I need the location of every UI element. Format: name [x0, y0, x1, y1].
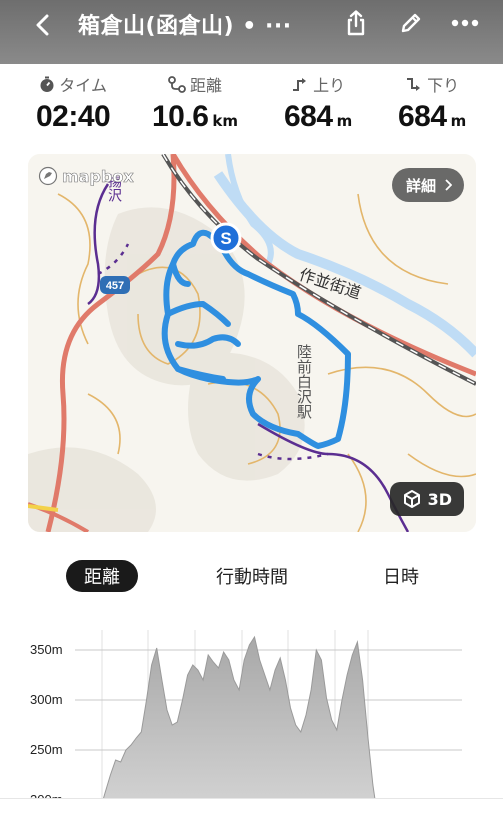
map-canvas: 457 作並街道 陸前白沢駅 揚沢 S: [28, 154, 476, 532]
back-button[interactable]: [28, 10, 58, 40]
detail-label: 詳細: [405, 176, 436, 195]
tab-distance[interactable]: 距離: [66, 560, 138, 592]
stat-descent-unit: m: [450, 112, 467, 130]
stat-distance: 距離 10.6 km: [152, 66, 238, 134]
tab-moving-time[interactable]: 行動時間: [204, 560, 300, 592]
stat-time-value: 02:40: [36, 100, 111, 133]
stat-descent: 下り 684 m: [398, 66, 466, 134]
mapbox-logo: mapbox: [38, 166, 134, 186]
stat-time-label: タイム: [59, 76, 107, 95]
chevron-right-icon: [445, 179, 452, 191]
stat-time: タイム 02:40: [36, 66, 111, 134]
page-title: 箱倉山(函倉山) • ···: [78, 14, 292, 39]
app-header: 箱倉山(函倉山) • ···: [0, 0, 503, 64]
detail-button[interactable]: 詳細: [391, 168, 464, 202]
elevation-area: [94, 635, 379, 819]
chart-tabs: 距離 行動時間 日時: [0, 556, 503, 596]
stopwatch-icon: [40, 76, 54, 92]
stat-ascent: 上り 684 m: [284, 66, 352, 134]
chart-y-tick-label: 350m: [30, 642, 63, 657]
stat-ascent-label: 上り: [313, 76, 346, 95]
share-button[interactable]: [341, 8, 371, 38]
route-distance-icon: [168, 75, 186, 93]
descent-arrow-icon: [407, 78, 421, 91]
bottom-edge: [0, 798, 503, 815]
elevation-chart[interactable]: 350m300m250m200m: [0, 620, 503, 819]
station-name-label: 陸前白沢駅: [295, 344, 313, 419]
share-icon: [347, 10, 365, 36]
chevron-left-icon: [36, 14, 49, 36]
stat-descent-label: 下り: [427, 76, 460, 95]
mapbox-label: mapbox: [62, 166, 134, 186]
view-3d-button[interactable]: 3D: [389, 482, 464, 516]
stat-distance-value: 10.6: [152, 100, 209, 133]
tab-datetime[interactable]: 日時: [368, 560, 434, 592]
view-3d-label: 3D: [427, 489, 452, 509]
route-map[interactable]: 457 作並街道 陸前白沢駅 揚沢 S mapbox 詳細 3D: [28, 154, 476, 532]
stat-distance-label: 距離: [189, 76, 222, 95]
stat-ascent-unit: m: [336, 112, 353, 130]
mapbox-icon: [38, 166, 58, 186]
stats-row: タイム 02:40 距離 10.6 km 上り 684 m 下り 684 m: [0, 66, 503, 146]
stat-descent-value: 684: [398, 100, 447, 133]
route-number-label: 457: [106, 280, 124, 292]
stat-distance-unit: km: [212, 112, 238, 130]
stat-ascent-value: 684: [284, 100, 333, 133]
elevation-chart-svg: 350m300m250m200m: [30, 630, 462, 819]
more-icon: [451, 19, 479, 27]
pencil-icon: [401, 13, 421, 33]
start-marker-label: S: [220, 229, 231, 248]
edit-button[interactable]: [396, 8, 426, 38]
chart-y-tick-label: 250m: [30, 742, 63, 757]
chart-y-tick-label: 300m: [30, 692, 63, 707]
more-button[interactable]: [450, 8, 480, 38]
cube-icon: [403, 490, 420, 508]
ascent-arrow-icon: [293, 78, 307, 91]
